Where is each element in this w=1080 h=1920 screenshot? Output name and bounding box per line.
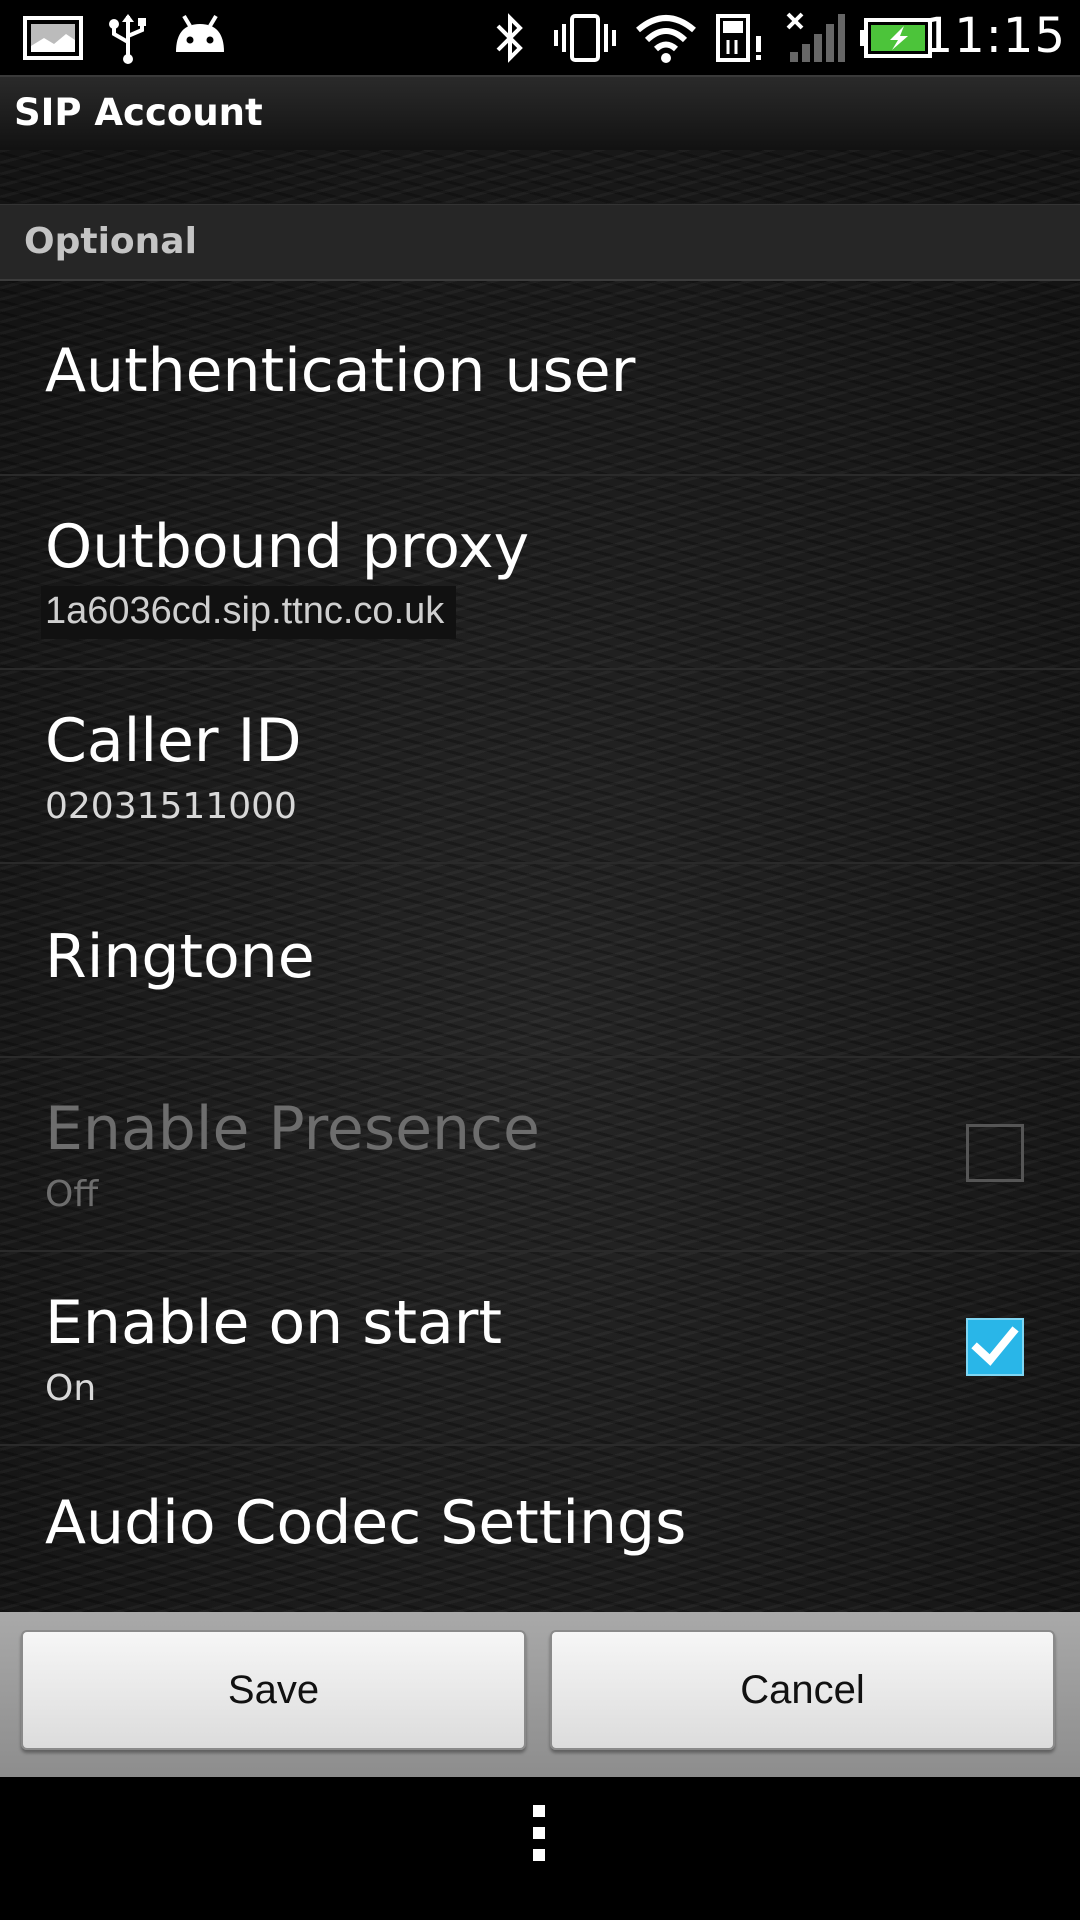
section-header: Optional [0,204,1080,281]
clock: 11:15 [922,8,1066,64]
save-button[interactable]: Save [21,1630,526,1750]
pref-enable-on-start[interactable]: Enable on start On [0,1250,1080,1446]
wifi-icon [636,15,696,63]
pref-audio-codec-settings[interactable]: Audio Codec Settings [0,1444,1080,1612]
pref-caller-id[interactable]: Caller ID 02031511000 [0,668,1080,864]
pref-outbound-proxy[interactable]: Outbound proxy 1a6036cd.sip.ttnc.co.uk [0,474,1080,670]
clipped-password-row[interactable]: ************** [0,150,1080,204]
vibrate-icon [554,14,616,62]
overflow-menu-icon[interactable] [510,1797,570,1897]
button-bar: Save Cancel [0,1612,1080,1777]
section-label: Optional [24,221,197,262]
pref-summary: 1a6036cd.sip.ttnc.co.uk [41,586,457,639]
enable-on-start-checkbox[interactable] [966,1318,1024,1376]
navigation-bar [0,1777,1080,1920]
pref-title: Authentication user [45,336,636,406]
pref-ringtone[interactable]: Ringtone [0,862,1080,1058]
pref-title: Ringtone [45,922,315,992]
android-debug-icon [176,14,224,52]
pref-title: Outbound proxy [45,512,530,582]
preference-list[interactable]: ************** Optional Authentication u… [0,150,1080,1612]
pref-summary: Off [45,1174,99,1215]
enable-presence-checkbox [966,1124,1024,1182]
pref-title: Enable on start [45,1288,503,1358]
sd-card-alert-icon [716,14,761,62]
bluetooth-icon [496,13,523,63]
pref-title: Enable Presence [45,1094,540,1164]
pref-summary: 02031511000 [45,786,297,827]
checkmark-icon [971,1326,1019,1366]
gallery-notification-icon [23,16,83,60]
pref-summary: On [45,1368,97,1409]
no-signal-icon [786,12,845,62]
cancel-button[interactable]: Cancel [550,1630,1055,1750]
pref-authentication-user[interactable]: Authentication user [0,280,1080,476]
pref-enable-presence: Enable Presence Off [0,1056,1080,1252]
clipped-password-value: ************** [45,150,297,165]
pref-title: Audio Codec Settings [45,1488,687,1558]
title-bar: SIP Account [0,75,1080,152]
status-bar: 11:15 [0,0,1080,75]
usb-icon [109,14,146,64]
pref-title: Caller ID [45,706,302,776]
page-title: SIP Account [14,91,263,134]
